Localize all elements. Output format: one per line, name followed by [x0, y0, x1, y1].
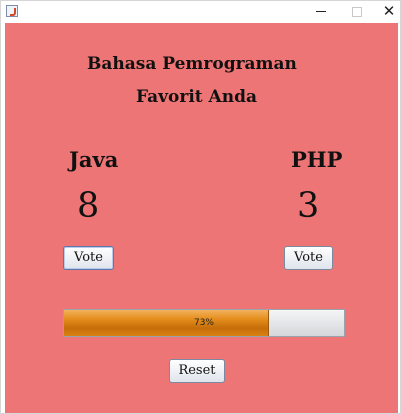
vote-php-button[interactable]: Vote: [284, 246, 333, 270]
java-vote-count: 8: [77, 186, 100, 226]
app-window: ✕ Bahasa Pemrograman Favorit Anda Java P…: [0, 0, 401, 414]
php-label: PHP: [291, 147, 343, 172]
heading-line-2: Favorit Anda: [136, 87, 258, 107]
reset-button[interactable]: Reset: [169, 359, 225, 383]
minimize-icon[interactable]: [303, 1, 339, 23]
php-vote-count: 3: [297, 186, 320, 226]
java-label: Java: [69, 147, 119, 172]
main-panel: Bahasa Pemrograman Favorit Anda Java PHP…: [5, 23, 398, 413]
java-app-icon: [6, 5, 18, 17]
vote-progress-bar: 73%: [63, 309, 345, 337]
title-bar[interactable]: ✕: [1, 1, 400, 23]
close-icon[interactable]: ✕: [371, 1, 401, 23]
progress-percent-text: 73%: [193, 318, 214, 328]
heading-line-1: Bahasa Pemrograman: [87, 54, 297, 74]
vote-java-button[interactable]: Vote: [63, 246, 114, 270]
maximize-icon[interactable]: [339, 1, 375, 23]
